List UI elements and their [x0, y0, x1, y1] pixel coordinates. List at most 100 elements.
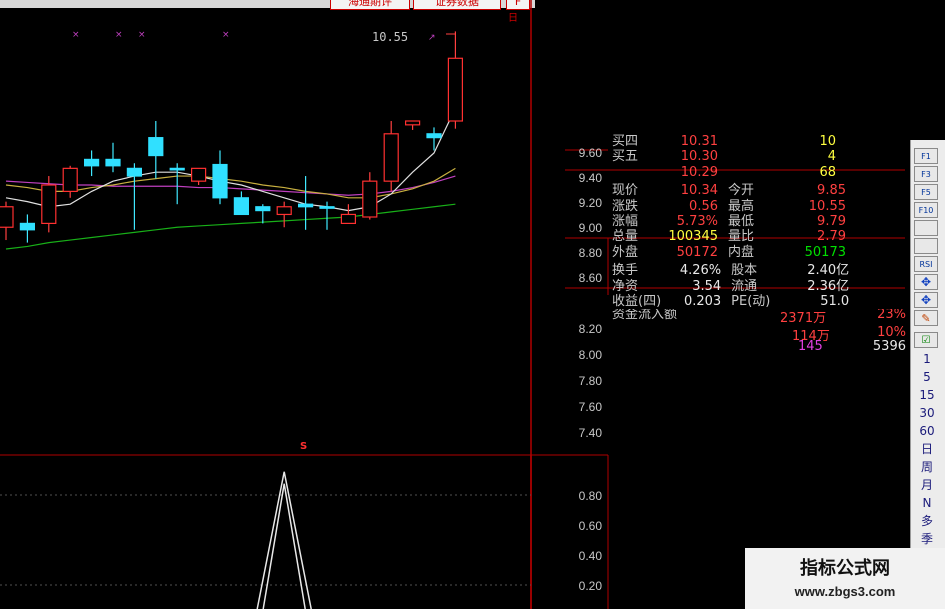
price-tick: 8.80: [578, 246, 602, 260]
period-15min[interactable]: 15: [912, 386, 942, 403]
crosshair-icon[interactable]: ✥: [914, 292, 938, 308]
quote-value: 10.55: [808, 198, 846, 214]
fundamental-value: 2.40亿: [807, 263, 850, 279]
candle-body: [233, 197, 249, 216]
secondary-tick: 8.00: [578, 348, 602, 362]
toolbar-icon-f1[interactable]: F1: [914, 148, 938, 164]
signal-marker: ×: [72, 30, 80, 40]
move-arrows-icon[interactable]: ✥: [914, 274, 938, 290]
quote-label: 总量: [612, 229, 639, 245]
toolbar-icon-blank[interactable]: [914, 238, 938, 254]
fundamental-label: 股本: [731, 263, 758, 279]
order-label: 买五: [612, 149, 639, 165]
quote-value: 100345: [668, 229, 718, 245]
signal-marker: ×: [222, 30, 230, 40]
indicator-tick: 0.80: [578, 489, 602, 503]
quote-panel: 买四 10.31 10 买五 10.30 4 10.29 68 现价 10.34 今…: [612, 134, 906, 355]
period-n[interactable]: N: [912, 494, 942, 511]
fund-flow-amount: 145: [798, 339, 823, 355]
toolbar-icon-f3[interactable]: F3: [914, 166, 938, 182]
period-multi[interactable]: 多: [912, 512, 942, 529]
candle-body: [83, 158, 100, 167]
candle-body: [62, 167, 78, 192]
ma-green-line: [5, 203, 456, 250]
watermark-url: www.zbgs3.com: [794, 584, 896, 599]
candle-body: [0, 206, 14, 228]
order-volume: 68: [819, 164, 836, 180]
candle-body: [126, 167, 143, 177]
order-volume: 10: [819, 134, 836, 149]
quote-row: 涨跌 0.56 最高 10.55: [612, 199, 846, 214]
quote-value: 0.56: [689, 198, 718, 214]
quote-label: 内盘: [728, 244, 755, 260]
price-tick: 9.40: [578, 171, 602, 185]
order-book-table: 买四 10.31 10 买五 10.30 4 10.29 68: [612, 134, 836, 180]
period-1min[interactable]: 1: [912, 350, 942, 367]
indicator-series: [256, 471, 312, 609]
candlestick-series: [0, 31, 463, 243]
quote-row: 总量 100345 量比 2.79: [612, 229, 846, 244]
period-month[interactable]: 月: [912, 476, 942, 493]
secondary-tick: 7.60: [578, 400, 602, 414]
period-day[interactable]: 日: [912, 440, 942, 457]
quote-value: 10.34: [680, 183, 718, 199]
quote-value: 9.79: [817, 214, 846, 230]
toolbar-icon-rsi[interactable]: RSI: [914, 256, 938, 272]
price-tick: 9.60: [578, 146, 602, 160]
quote-label: 最高: [728, 198, 755, 214]
secondary-axis: 8.20 8.00 7.80 7.60 7.40: [560, 322, 602, 452]
candle-body: [405, 120, 421, 126]
period-60min[interactable]: 60: [912, 422, 942, 439]
candle-body: [298, 203, 314, 208]
quote-value: 50173: [804, 244, 846, 260]
candle-body: [447, 57, 463, 122]
candle-body: [148, 137, 164, 157]
indicator-spike-outer: [256, 471, 312, 609]
indicator-tick: 0.20: [578, 579, 602, 593]
quote-value: 2.79: [817, 229, 846, 245]
quote-table: 现价 10.34 今开 9.85 涨跌 0.56 最高 10.55 涨幅 5.73% 最低 9.7…: [612, 183, 846, 260]
quote-value: 50172: [676, 244, 718, 260]
fundamental-value: 2.36亿: [807, 278, 850, 294]
period-quarter[interactable]: 季: [912, 530, 942, 547]
period-5min[interactable]: 5: [912, 368, 942, 385]
candle-body: [276, 206, 292, 216]
signal-marker: ↗: [428, 33, 436, 43]
fund-flow-pct: 5396: [872, 339, 906, 355]
toolbar-icon-f5[interactable]: F5: [914, 184, 938, 200]
period-30min[interactable]: 30: [912, 404, 942, 421]
candle-body: [212, 163, 228, 199]
fundamental-label: 换手: [612, 263, 639, 279]
order-label: 买四: [612, 134, 639, 149]
indicator-tick: 0.40: [578, 549, 602, 563]
toolbar-icon-f10[interactable]: F10: [914, 202, 938, 218]
pencil-icon[interactable]: ✎: [914, 310, 938, 326]
fundamentals-table: 换手 4.26% 股本 2.40亿 净资 3.54 流通 2.36亿 收益(四) 0.203 P…: [612, 263, 849, 309]
signal-marker: ×: [115, 30, 123, 40]
fundamental-label: 流通: [731, 278, 758, 294]
period-week[interactable]: 周: [912, 458, 942, 475]
candle-body: [340, 213, 356, 225]
candle-body: [383, 133, 399, 182]
fundamental-value: 51.0: [820, 294, 850, 310]
fundamental-value: 0.203: [683, 294, 722, 310]
toolbar-icon-blank[interactable]: [914, 220, 938, 236]
fundamental-row: 换手 4.26% 股本 2.40亿: [612, 263, 849, 278]
quote-value: 9.85: [817, 183, 846, 199]
candle-body: [105, 158, 121, 167]
chart-type-icon[interactable]: ☑: [914, 332, 938, 348]
fund-flow-pct: 10%: [877, 325, 906, 341]
order-book-row: 10.29 68: [612, 165, 836, 180]
quote-row: 涨幅 5.73% 最低 9.79: [612, 214, 846, 229]
secondary-tick: 8.20: [578, 322, 602, 336]
stock-chart-screen: { "header": { "btn1": "海通期评", "btn2": "证…: [0, 0, 945, 609]
fund-flow-amount: 2371万: [780, 311, 827, 326]
fund-flow-row: 114万 10%: [612, 325, 906, 344]
quote-row: 外盘 50172 内盘 50173: [612, 245, 846, 260]
fund-flow-row: 资金流入额 2371万 23%: [612, 309, 906, 325]
high-price-label: 10.55: [372, 30, 409, 44]
candle-body: [191, 167, 207, 182]
indicator-axis: 0.80 0.60 0.40 0.20: [560, 489, 602, 609]
order-price: 10.31: [680, 134, 718, 149]
candle-body: [319, 206, 335, 209]
